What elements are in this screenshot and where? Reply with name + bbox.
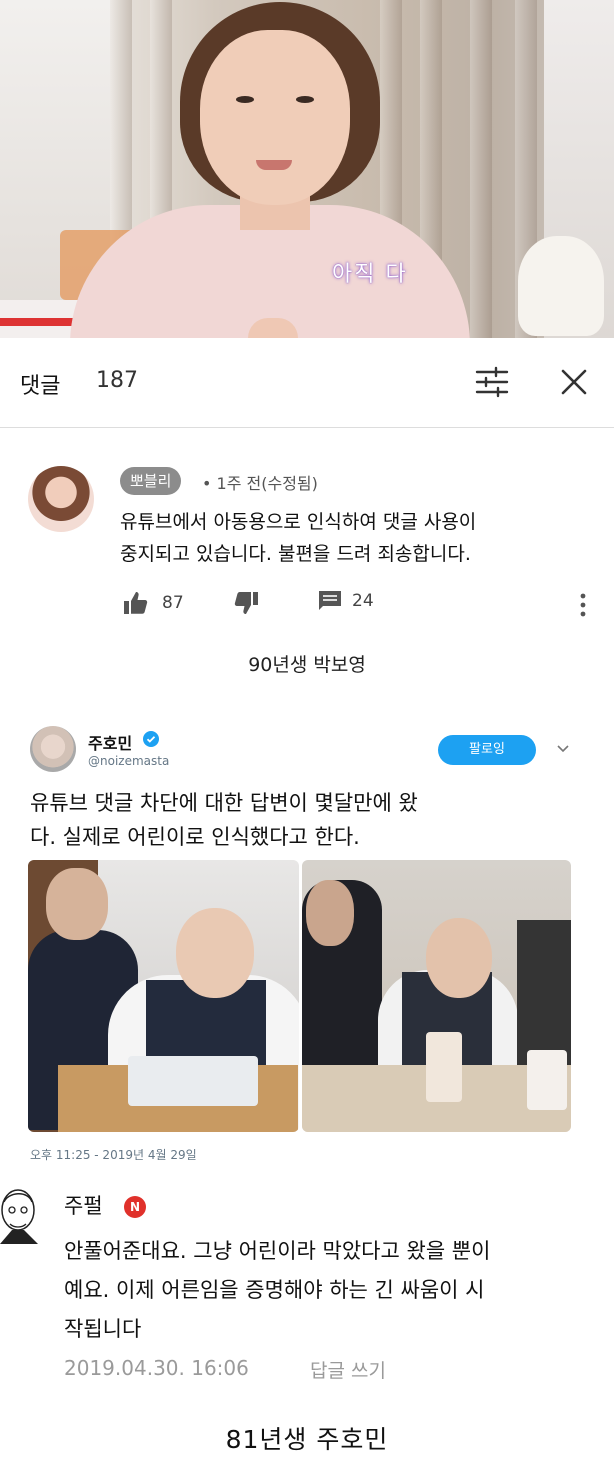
photo-person-face xyxy=(46,868,108,940)
comment-date: 2019.04.30. 16:06 xyxy=(64,1356,249,1380)
reply-icon xyxy=(319,591,341,610)
video-player[interactable]: 아직 다 xyxy=(0,0,614,338)
comment-text-line: 예요. 이제 어른임을 증명해야 하는 긴 싸움이 시 xyxy=(64,1278,485,1302)
comment-actions: 87 24 xyxy=(120,590,590,622)
reply-count: 24 xyxy=(352,591,374,611)
video-person-face xyxy=(200,30,350,205)
following-button[interactable]: 팔로잉 xyxy=(438,735,536,765)
author-name-chip[interactable]: 뽀블리 xyxy=(120,467,182,495)
verified-badge-icon xyxy=(143,731,159,747)
caption-homin: 81년생 주호민 xyxy=(225,1425,389,1454)
video-person-eye xyxy=(296,96,314,103)
photo-drink-cup xyxy=(426,1032,462,1102)
like-button[interactable]: 87 xyxy=(122,590,184,616)
video-person-mouth xyxy=(256,160,292,170)
tweet-photo[interactable] xyxy=(302,860,571,1132)
video-bed-stripe xyxy=(0,318,80,326)
tweet-photo[interactable] xyxy=(28,860,299,1132)
comments-header: 댓글 187 xyxy=(0,338,614,428)
chevron-down-icon[interactable] xyxy=(556,744,570,754)
photo-drink-cup xyxy=(527,1050,567,1110)
video-curtain xyxy=(470,0,492,338)
commenter-avatar[interactable] xyxy=(28,466,94,532)
thumbs-down-icon xyxy=(234,592,258,614)
photo-person-face xyxy=(306,880,354,946)
naver-badge-icon: N xyxy=(124,1196,146,1218)
comment-text-line: 작됩니다 xyxy=(64,1317,142,1341)
photo-papers xyxy=(128,1056,258,1106)
comment-text: 안풀어준대요. 그냥 어린이라 막았다고 왔을 뿐이 예요. 이제 어른임을 증… xyxy=(64,1232,609,1349)
thumbs-up-icon xyxy=(124,592,148,614)
comment-meta: • 1주 전(수정됨) xyxy=(202,474,318,493)
write-reply-link[interactable]: 답글 쓰기 xyxy=(310,1356,386,1383)
reply-button[interactable]: 24 xyxy=(318,590,374,612)
caption-boyoung: 90년생 박보영 xyxy=(248,654,366,676)
tweet-author-name[interactable]: 주호민 xyxy=(88,730,132,754)
video-plush-toy xyxy=(518,236,604,336)
video-person-eye xyxy=(236,96,254,103)
commenter-avatar[interactable] xyxy=(0,1180,40,1246)
tweet-timestamp[interactable]: 오후 11:25 - 2019년 4월 29일 xyxy=(30,1146,197,1163)
like-count: 87 xyxy=(162,593,184,613)
tweet-handle[interactable]: @noizemasta xyxy=(88,754,169,768)
more-vertical-icon[interactable] xyxy=(578,592,588,618)
photo-person-head xyxy=(426,918,492,998)
tweet-text: 유튜브 댓글 차단에 대한 답변이 몇달만에 왔 다. 실제로 어린이로 인식했… xyxy=(30,786,590,854)
sort-filter-icon[interactable] xyxy=(474,366,510,398)
comment-text-line: 유튜브에서 아동용으로 인식하여 댓글 사용이 xyxy=(120,511,477,533)
close-icon[interactable] xyxy=(558,366,590,398)
tweet-text-line: 다. 실제로 어린이로 인식했다고 한다. xyxy=(30,825,360,849)
comment-text: 유튜브에서 아동용으로 인식하여 댓글 사용이 중지되고 있습니다. 불편을 드… xyxy=(120,506,580,570)
comment-text-line: 중지되고 있습니다. 불편을 드려 죄송합니다. xyxy=(120,543,471,565)
comments-count: 187 xyxy=(96,368,138,393)
comments-title: 댓글 xyxy=(20,374,61,399)
commenter-name[interactable]: 주펄 xyxy=(64,1190,103,1220)
comment-text-line: 안풀어준대요. 그냥 어린이라 막았다고 왔을 뿐이 xyxy=(64,1239,491,1263)
dislike-button[interactable] xyxy=(234,590,260,616)
tweet-avatar[interactable] xyxy=(30,726,76,772)
tweet-text-line: 유튜브 댓글 차단에 대한 답변이 몇달만에 왔 xyxy=(30,791,418,815)
video-subtitle: 아직 다 xyxy=(332,262,408,287)
photo-person-head xyxy=(176,908,254,998)
